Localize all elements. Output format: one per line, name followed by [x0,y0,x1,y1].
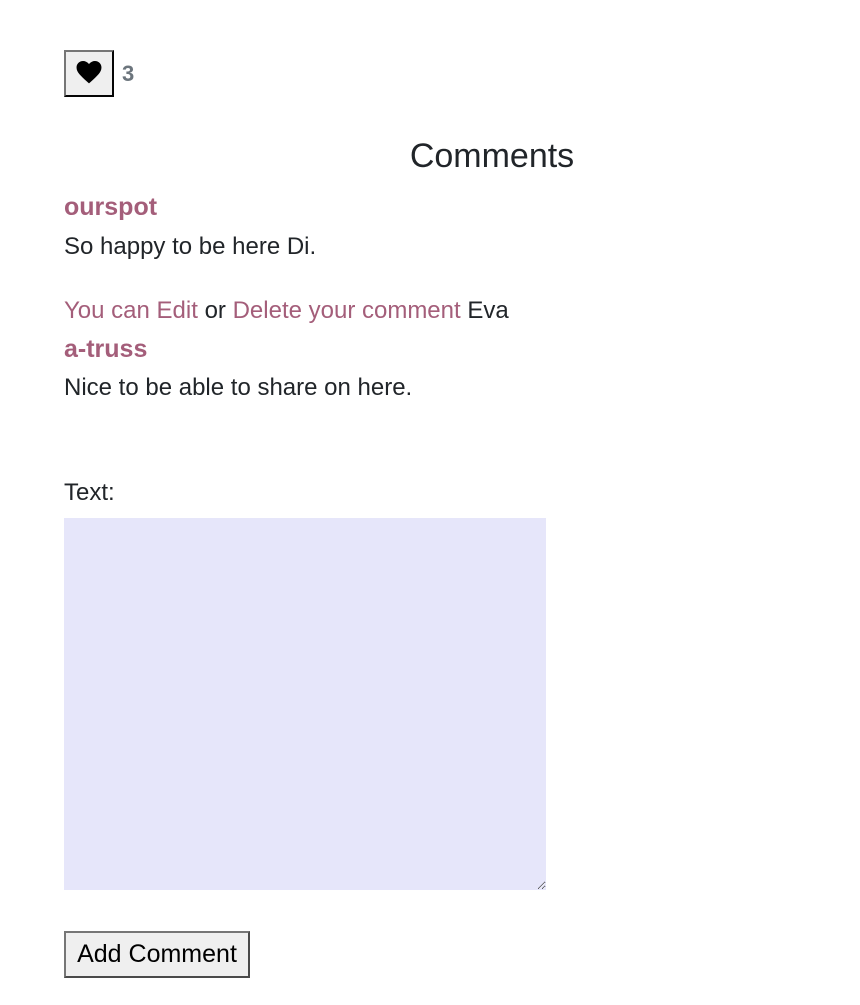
edit-comment-link[interactable]: You can Edit [64,297,198,324]
delete-comment-link[interactable]: Delete your comment [233,297,461,324]
like-button[interactable] [64,50,114,97]
like-count: 3 [122,60,135,86]
page: 3 Comments ourspot So happy to be here D… [0,0,860,1005]
actions-separator: or [204,297,226,324]
comment-owner-actions: You can Edit or Delete your comment Eva [64,296,509,326]
comment-author: ourspot [64,193,158,221]
comment-text: So happy to be here Di. [64,233,317,260]
comment-textarea[interactable] [64,518,546,890]
like-section: 3 [64,50,134,97]
comments-heading: Comments [409,137,575,175]
comment-text: Nice to be able to share on here. [64,374,413,401]
comment-text-label: Text: [64,479,115,506]
heart-icon [76,60,102,87]
comment-owner-name: Eva [467,297,509,324]
comment-author: a-truss [64,335,148,363]
add-comment-button[interactable]: Add Comment [64,931,250,978]
